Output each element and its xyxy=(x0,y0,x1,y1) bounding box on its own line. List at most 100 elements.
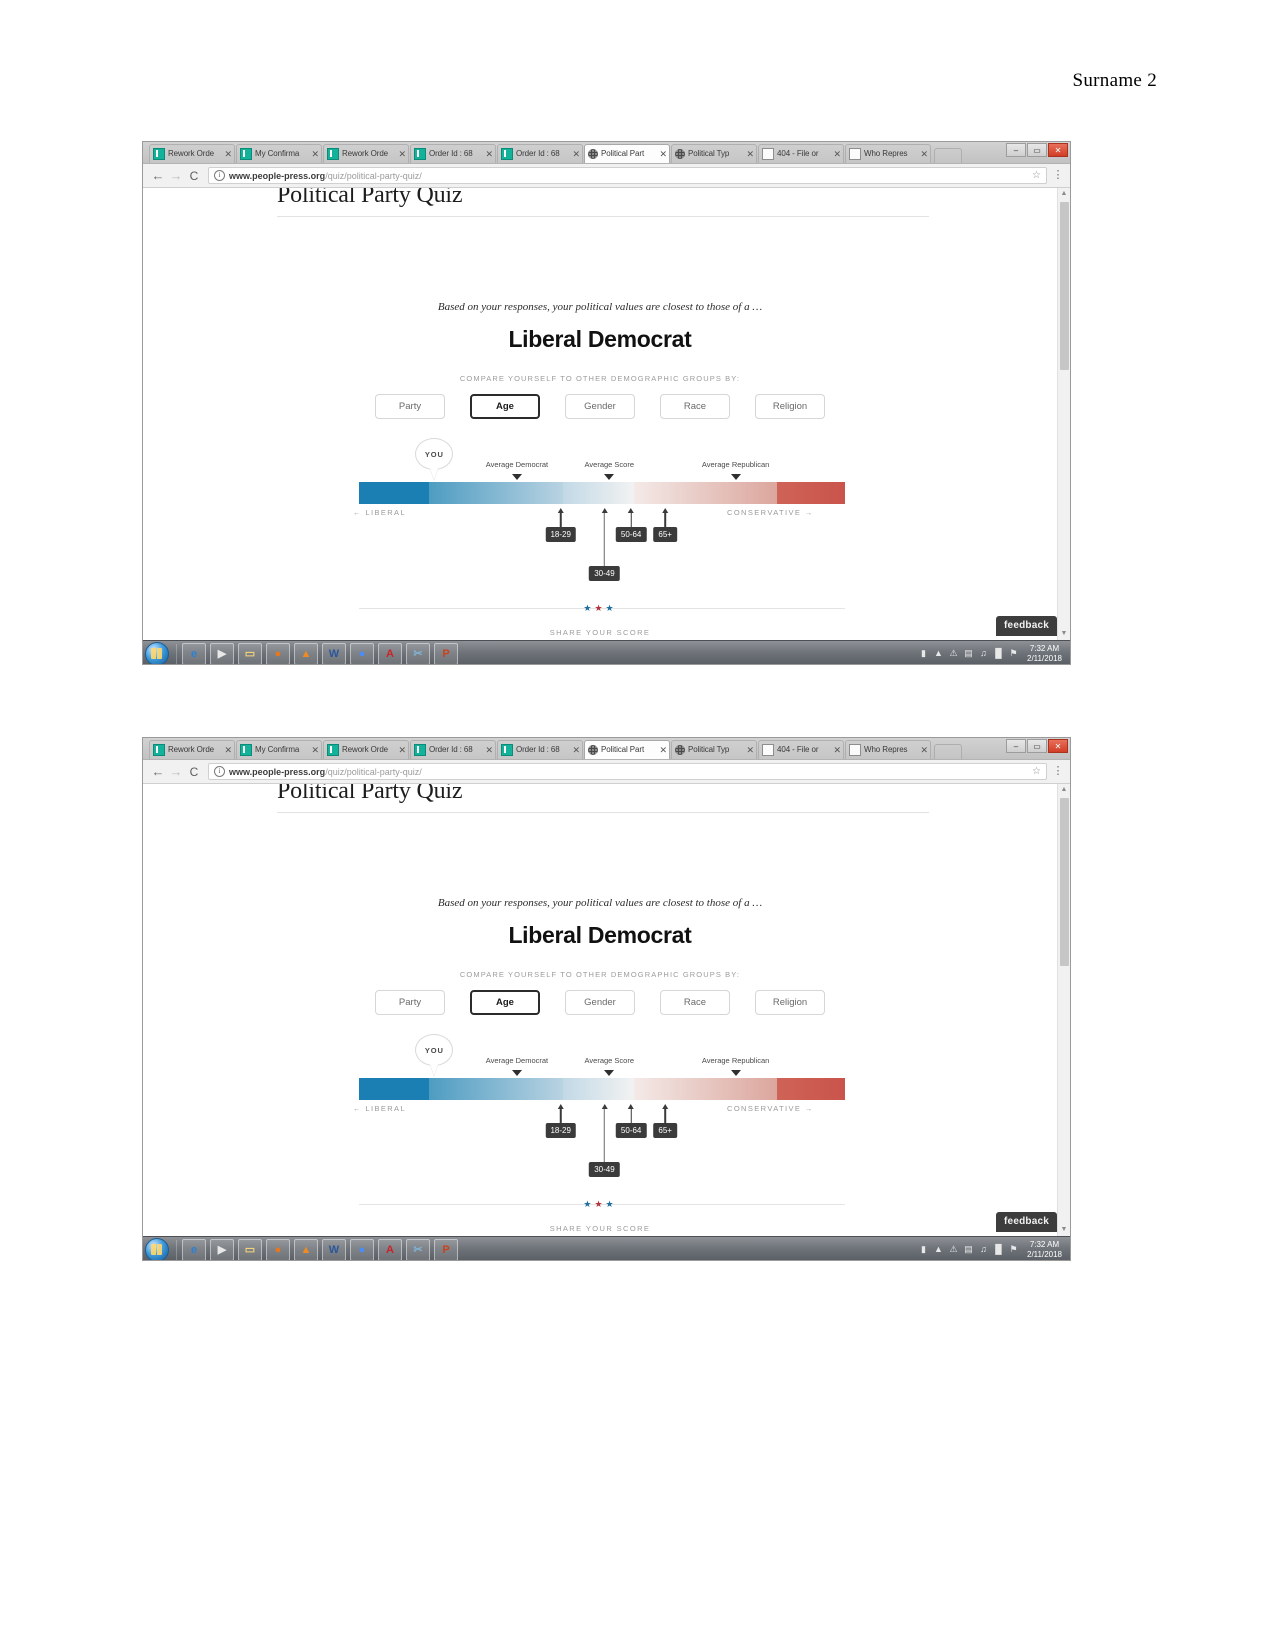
browser-tab-7[interactable]: 404 - File or ✕ xyxy=(758,740,844,759)
powerpoint-icon[interactable]: P xyxy=(434,642,458,664)
chrome-menu-icon[interactable]: ⋮ xyxy=(1052,170,1064,181)
chrome-icon[interactable]: ● xyxy=(350,642,374,664)
new-tab-button[interactable] xyxy=(934,148,962,163)
browser-tab-1[interactable]: My Confirma ✕ xyxy=(236,144,322,163)
snipping-tool-icon[interactable]: ✂ xyxy=(406,1238,430,1260)
feedback-tab-button[interactable]: feedback xyxy=(996,616,1057,636)
tab-close-icon[interactable]: ✕ xyxy=(746,745,754,755)
browser-tab-8[interactable]: Who Repres ✕ xyxy=(845,740,931,759)
flag-icon[interactable]: ⚑ xyxy=(1008,648,1019,659)
shield-icon[interactable]: ▲ xyxy=(933,1244,944,1255)
word-icon[interactable]: W xyxy=(322,642,346,664)
vlc-icon[interactable]: ▲ xyxy=(294,642,318,664)
browser-tab-0[interactable]: Rework Orde ✕ xyxy=(149,740,235,759)
tab-close-icon[interactable]: ✕ xyxy=(572,149,580,159)
site-info-icon[interactable]: i xyxy=(214,170,225,181)
maximize-button[interactable]: ▭ xyxy=(1027,739,1047,753)
tab-close-icon[interactable]: ✕ xyxy=(485,149,493,159)
browser-tab-5[interactable]: Political Part ✕ xyxy=(584,740,670,759)
demographic-tab-religion[interactable]: Religion xyxy=(755,990,825,1015)
close-button[interactable]: ✕ xyxy=(1048,739,1068,753)
minimize-button[interactable]: – xyxy=(1006,739,1026,753)
start-orb-icon[interactable] xyxy=(145,641,169,664)
flag-icon[interactable]: ⚑ xyxy=(1008,1244,1019,1255)
tab-close-icon[interactable]: ✕ xyxy=(920,745,928,755)
tab-close-icon[interactable]: ✕ xyxy=(224,745,232,755)
tab-close-icon[interactable]: ✕ xyxy=(485,745,493,755)
scroll-up-icon[interactable]: ▲ xyxy=(1058,784,1070,796)
page-scrollbar[interactable]: ▲ ▼ xyxy=(1057,784,1070,1236)
volume-icon[interactable]: ♫ xyxy=(978,1244,989,1255)
network-icon[interactable]: █ xyxy=(993,1244,1004,1255)
notification-icon[interactable]: ▮ xyxy=(918,648,929,659)
tab-close-icon[interactable]: ✕ xyxy=(572,745,580,755)
demographic-tab-party[interactable]: Party xyxy=(375,990,445,1015)
battery-icon[interactable]: ▤ xyxy=(963,648,974,659)
notification-icon[interactable]: ▮ xyxy=(918,1244,929,1255)
new-tab-button[interactable] xyxy=(934,744,962,759)
snipping-tool-icon[interactable]: ✂ xyxy=(406,642,430,664)
chrome-icon[interactable]: ● xyxy=(350,1238,374,1260)
word-icon[interactable]: W xyxy=(322,1238,346,1260)
start-orb-icon[interactable] xyxy=(145,1237,169,1260)
tab-close-icon[interactable]: ✕ xyxy=(398,149,406,159)
warning-icon[interactable]: ⚠ xyxy=(948,648,959,659)
scrollbar-thumb[interactable] xyxy=(1060,202,1069,370)
demographic-tab-age[interactable]: Age xyxy=(470,394,540,419)
scroll-up-icon[interactable]: ▲ xyxy=(1058,188,1070,200)
browser-tab-3[interactable]: Order Id : 68 ✕ xyxy=(410,740,496,759)
demographic-tab-age[interactable]: Age xyxy=(470,990,540,1015)
internet-explorer-icon[interactable]: e xyxy=(182,642,206,664)
page-scrollbar[interactable]: ▲ ▼ xyxy=(1057,188,1070,640)
browser-tab-6[interactable]: Political Typ ✕ xyxy=(671,144,757,163)
demographic-tab-party[interactable]: Party xyxy=(375,394,445,419)
reload-button[interactable]: C xyxy=(185,169,203,183)
powerpoint-icon[interactable]: P xyxy=(434,1238,458,1260)
browser-tab-1[interactable]: My Confirma ✕ xyxy=(236,740,322,759)
media-player-icon[interactable]: ▶ xyxy=(210,1238,234,1260)
vlc-icon[interactable]: ▲ xyxy=(294,1238,318,1260)
tab-close-icon[interactable]: ✕ xyxy=(659,149,667,159)
address-bar[interactable]: i www.people-press.org/quiz/political-pa… xyxy=(208,167,1047,184)
browser-tab-7[interactable]: 404 - File or ✕ xyxy=(758,144,844,163)
feedback-tab-button[interactable]: feedback xyxy=(996,1212,1057,1232)
acrobat-reader-icon[interactable]: A xyxy=(378,642,402,664)
scroll-down-icon[interactable]: ▼ xyxy=(1058,1224,1070,1236)
tab-close-icon[interactable]: ✕ xyxy=(746,149,754,159)
warning-icon[interactable]: ⚠ xyxy=(948,1244,959,1255)
battery-icon[interactable]: ▤ xyxy=(963,1244,974,1255)
internet-explorer-icon[interactable]: e xyxy=(182,1238,206,1260)
site-info-icon[interactable]: i xyxy=(214,766,225,777)
network-icon[interactable]: █ xyxy=(993,648,1004,659)
back-button[interactable]: ← xyxy=(149,168,167,183)
tab-close-icon[interactable]: ✕ xyxy=(920,149,928,159)
bookmark-star-icon[interactable]: ☆ xyxy=(1032,170,1041,181)
media-player-icon[interactable]: ▶ xyxy=(210,642,234,664)
reload-button[interactable]: C xyxy=(185,765,203,779)
taskbar-clock[interactable]: 7:32 AM 2/11/2018 xyxy=(1023,1240,1066,1260)
taskbar-clock[interactable]: 7:32 AM 2/11/2018 xyxy=(1023,644,1066,664)
browser-tab-0[interactable]: Rework Orde ✕ xyxy=(149,144,235,163)
tab-close-icon[interactable]: ✕ xyxy=(311,745,319,755)
demographic-tab-religion[interactable]: Religion xyxy=(755,394,825,419)
chrome-menu-icon[interactable]: ⋮ xyxy=(1052,766,1064,777)
tab-close-icon[interactable]: ✕ xyxy=(659,745,667,755)
firefox-icon[interactable]: ● xyxy=(266,1238,290,1260)
forward-button[interactable]: → xyxy=(167,168,185,183)
tab-close-icon[interactable]: ✕ xyxy=(311,149,319,159)
firefox-icon[interactable]: ● xyxy=(266,642,290,664)
browser-tab-6[interactable]: Political Typ ✕ xyxy=(671,740,757,759)
explorer-folder-icon[interactable]: ▭ xyxy=(238,642,262,664)
scroll-down-icon[interactable]: ▼ xyxy=(1058,628,1070,640)
browser-tab-4[interactable]: Order Id : 68 ✕ xyxy=(497,144,583,163)
tab-close-icon[interactable]: ✕ xyxy=(224,149,232,159)
close-button[interactable]: ✕ xyxy=(1048,143,1068,157)
browser-tab-8[interactable]: Who Repres ✕ xyxy=(845,144,931,163)
forward-button[interactable]: → xyxy=(167,764,185,779)
scrollbar-thumb[interactable] xyxy=(1060,798,1069,966)
browser-tab-3[interactable]: Order Id : 68 ✕ xyxy=(410,144,496,163)
browser-tab-2[interactable]: Rework Orde ✕ xyxy=(323,740,409,759)
back-button[interactable]: ← xyxy=(149,764,167,779)
maximize-button[interactable]: ▭ xyxy=(1027,143,1047,157)
tab-close-icon[interactable]: ✕ xyxy=(398,745,406,755)
